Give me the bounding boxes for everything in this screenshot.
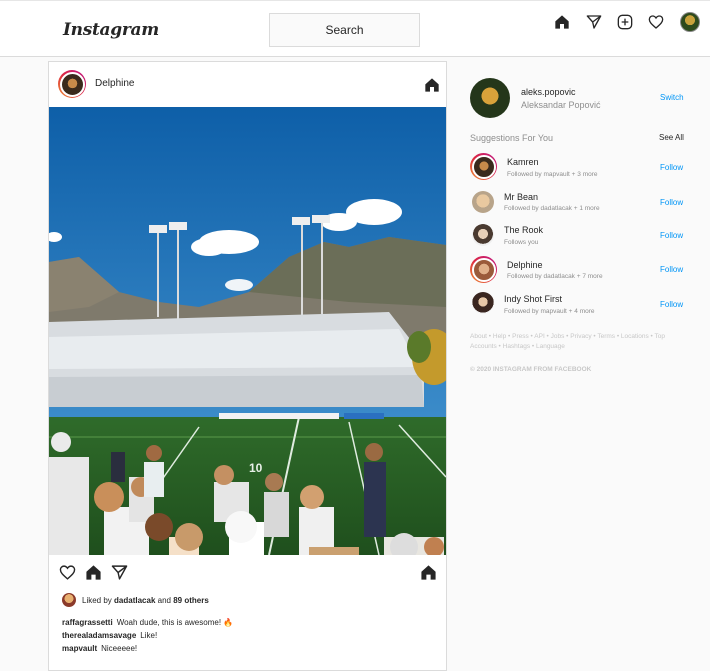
follow-button[interactable]: Follow xyxy=(660,265,683,274)
suggestion-name[interactable]: Kamren xyxy=(507,157,539,167)
liked-by-others[interactable]: 89 others xyxy=(173,596,209,605)
like-heart-icon[interactable] xyxy=(59,564,76,581)
instagram-logo[interactable]: Instagram xyxy=(63,20,159,40)
suggestion-subtitle: Follows you xyxy=(504,239,539,246)
comment: raffagrassetti Woah dude, this is awesome… xyxy=(62,618,233,627)
profile-avatar[interactable] xyxy=(680,12,700,32)
suggestion-avatar[interactable] xyxy=(472,191,494,213)
copyright-text: © 2020 INSTAGRAM FROM FACEBOOK xyxy=(470,366,592,373)
svg-text:10: 10 xyxy=(249,461,263,475)
post-header: Delphine xyxy=(49,62,446,107)
suggestion-name[interactable]: Mr Bean xyxy=(504,192,538,202)
comment-username[interactable]: therealadamsavage xyxy=(62,631,136,640)
follow-button[interactable]: Follow xyxy=(660,163,683,172)
comment-username[interactable]: raffagrassetti xyxy=(62,618,113,627)
new-post-icon[interactable] xyxy=(616,13,634,31)
liker-avatar[interactable] xyxy=(62,593,76,607)
switch-account-link[interactable]: Switch xyxy=(660,93,684,102)
home-icon[interactable] xyxy=(85,564,102,581)
suggestion-item: Delphine Followed by dadatlacak + 7 more… xyxy=(470,256,684,286)
feed-post: Delphine 10 Liked by dadatlacak and 89 o… xyxy=(48,61,447,671)
home-icon[interactable] xyxy=(553,13,571,31)
suggestion-name[interactable]: Indy Shot First xyxy=(504,294,562,304)
current-user-avatar[interactable] xyxy=(470,78,510,118)
liked-by-user[interactable]: dadatlacak xyxy=(114,596,155,605)
current-user-username[interactable]: aleks.popovic xyxy=(521,87,576,97)
suggestion-name[interactable]: Delphine xyxy=(507,260,543,270)
footer-links[interactable]: About • Help • Press • API • Jobs • Priv… xyxy=(470,332,685,352)
post-author-avatar[interactable] xyxy=(58,70,86,98)
post-photo[interactable]: 10 xyxy=(49,107,446,555)
see-all-link[interactable]: See All xyxy=(659,133,684,142)
comment: mapvault Niceeeee! xyxy=(62,644,137,653)
share-send-icon[interactable] xyxy=(111,564,128,581)
search-label: Search xyxy=(325,23,364,37)
post-author-username[interactable]: Delphine xyxy=(95,78,134,89)
suggestion-avatar[interactable] xyxy=(470,256,497,283)
suggestion-subtitle: Followed by mapvault + 4 more xyxy=(504,308,595,315)
direct-message-icon[interactable] xyxy=(585,13,603,31)
follow-button[interactable]: Follow xyxy=(660,300,683,309)
suggestion-subtitle: Followed by dadatlacak + 7 more xyxy=(507,273,603,280)
follow-button[interactable]: Follow xyxy=(660,231,683,240)
comment: therealadamsavage Like! xyxy=(62,631,157,640)
comment-text: Woah dude, this is awesome! 🔥 xyxy=(116,618,234,627)
comment-text: Like! xyxy=(140,631,158,640)
suggestion-subtitle: Followed by mapvault + 3 more xyxy=(507,171,598,178)
search-box[interactable]: Search xyxy=(269,13,420,47)
suggestion-item: Kamren Followed by mapvault + 3 more Fol… xyxy=(470,153,684,183)
post-options-home-icon[interactable] xyxy=(424,77,440,93)
follow-button[interactable]: Follow xyxy=(660,198,683,207)
suggestion-avatar[interactable] xyxy=(472,292,494,314)
suggestions-title: Suggestions For You xyxy=(470,133,554,143)
liked-by-and: and xyxy=(157,595,171,605)
top-navigation-bar: Instagram Search xyxy=(0,0,710,57)
suggestion-avatar[interactable] xyxy=(470,153,497,180)
likes-summary: Liked by dadatlacak and 89 others xyxy=(62,592,209,608)
comment-username[interactable]: mapvault xyxy=(62,644,97,653)
suggestion-item: Mr Bean Followed by dadatlacak + 1 more … xyxy=(470,189,684,219)
suggestion-name[interactable]: The Rook xyxy=(504,225,543,235)
suggestion-item: Indy Shot First Followed by mapvault + 4… xyxy=(470,292,684,322)
liked-by-prefix: Liked by xyxy=(82,595,112,605)
suggestion-subtitle: Followed by dadatlacak + 1 more xyxy=(504,205,600,212)
activity-heart-icon[interactable] xyxy=(647,13,665,31)
post-actions-bar xyxy=(49,562,446,586)
save-home-icon[interactable] xyxy=(420,564,437,581)
comment-text: Niceeeee! xyxy=(101,644,138,653)
suggestion-item: The Rook Follows you Follow xyxy=(470,223,684,253)
current-user-fullname: Aleksandar Popović xyxy=(521,100,601,110)
suggestion-avatar[interactable] xyxy=(472,224,494,246)
